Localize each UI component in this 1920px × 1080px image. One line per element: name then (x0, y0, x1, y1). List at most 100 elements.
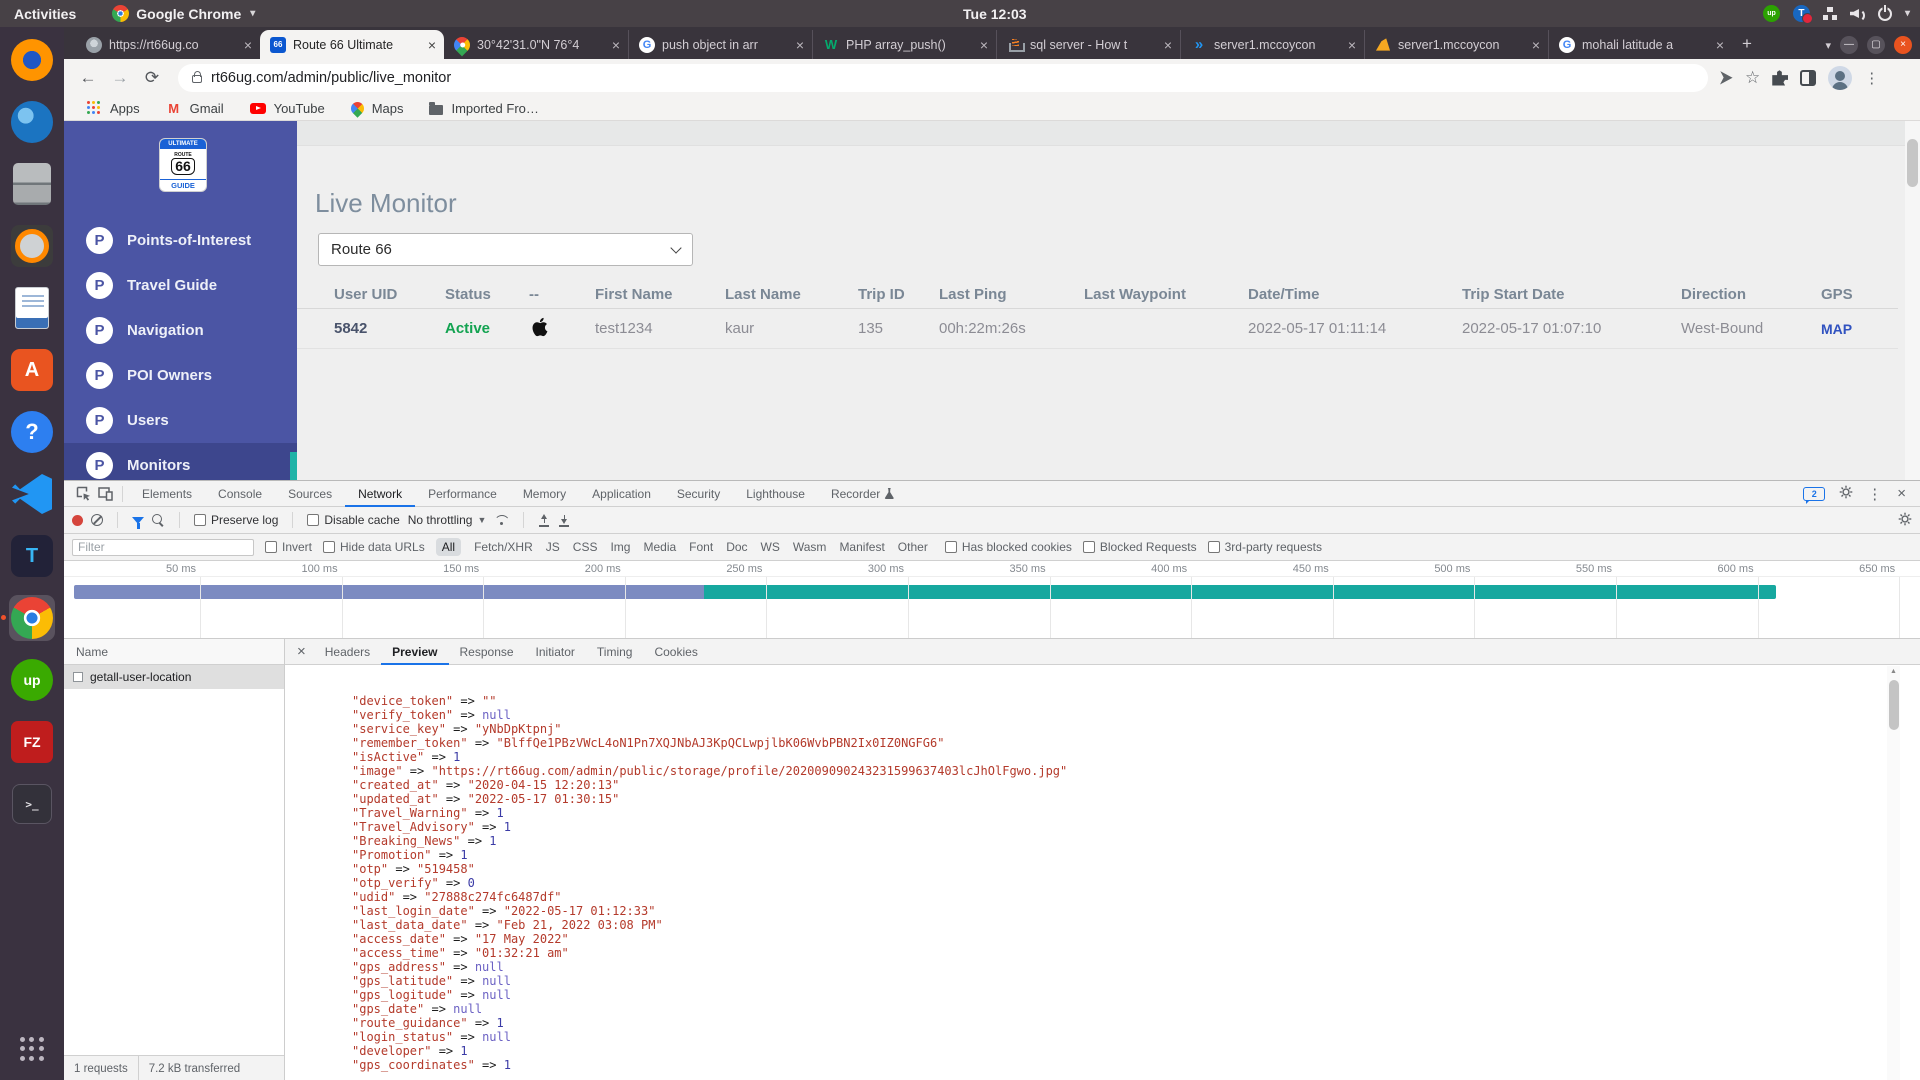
dock-item-software[interactable]: A (9, 347, 55, 393)
browser-tab[interactable]: sql server - How t× (996, 30, 1180, 59)
clock[interactable]: Tue 12:03 (963, 6, 1027, 22)
record-icon[interactable] (72, 515, 83, 526)
route-select[interactable]: Route 66 (318, 233, 693, 266)
column-header[interactable]: First Name (595, 286, 725, 303)
tab-close-icon[interactable]: × (1716, 38, 1724, 52)
network-overview[interactable] (64, 577, 1920, 639)
filter-funnel-icon[interactable] (132, 517, 144, 524)
activities-button[interactable]: Activities (0, 0, 90, 27)
devtools-tab-network[interactable]: Network (345, 481, 415, 507)
power-icon[interactable] (1878, 7, 1892, 21)
sidebar-item-travel-guide[interactable]: PTravel Guide (64, 263, 297, 308)
tab-close-icon[interactable]: × (428, 38, 436, 52)
column-header[interactable]: Last Waypoint (1084, 286, 1248, 303)
devtools-tab-sources[interactable]: Sources (275, 481, 345, 507)
show-applications-button[interactable] (9, 1026, 55, 1072)
detail-tab-preview[interactable]: Preview (381, 639, 448, 665)
import-har-icon[interactable] (538, 514, 550, 527)
tab-close-icon[interactable]: × (612, 38, 620, 52)
chevron-icon[interactable]: ▾ (1905, 8, 1910, 19)
column-header[interactable]: GPS (1821, 286, 1898, 303)
column-header[interactable]: Direction (1681, 286, 1821, 303)
sidebar-item-users[interactable]: PUsers (64, 398, 297, 443)
tab-search-chevron-icon[interactable]: ▾ (1825, 39, 1831, 52)
checkbox-icon[interactable] (1208, 541, 1220, 553)
profile-avatar[interactable] (1828, 66, 1852, 90)
filter-type-img[interactable]: Img (610, 540, 630, 554)
browser-tab[interactable]: 66Route 66 Ultimate× (260, 30, 444, 59)
inspect-element-icon[interactable] (72, 484, 94, 504)
browser-tab[interactable]: »server1.mccoycon× (1180, 30, 1364, 59)
forward-button[interactable]: → (106, 64, 134, 92)
browser-tab[interactable]: 30°42'31.0"N 76°4× (444, 30, 628, 59)
column-header[interactable]: -- (529, 286, 595, 303)
devtools-tab-application[interactable]: Application (579, 481, 664, 507)
search-icon[interactable] (152, 514, 165, 527)
column-header[interactable]: Trip Start Date (1462, 286, 1681, 303)
devtools-tab-performance[interactable]: Performance (415, 481, 510, 507)
sidebar-item-poi-owners[interactable]: PPOI Owners (64, 353, 297, 398)
column-header[interactable]: Last Name (725, 286, 858, 303)
filter-type-wasm[interactable]: Wasm (793, 540, 827, 554)
devtools-tab-security[interactable]: Security (664, 481, 733, 507)
detail-tab-headers[interactable]: Headers (314, 639, 381, 665)
disable-cache-checkbox[interactable]: Disable cache (307, 513, 399, 527)
devtools-tab-elements[interactable]: Elements (129, 481, 205, 507)
filter-type-js[interactable]: JS (546, 540, 560, 554)
tab-close-icon[interactable]: × (796, 38, 804, 52)
throttling-dropdown[interactable]: No throttling ▼ (408, 513, 487, 527)
maximize-button[interactable]: ▢ (1867, 36, 1885, 54)
hide-data-urls-checkbox[interactable]: Hide data URLs (323, 540, 425, 554)
detail-tab-response[interactable]: Response (449, 639, 525, 665)
browser-menu-icon[interactable]: ⋮ (1864, 69, 1880, 87)
bookmark-star-icon[interactable]: ☆ (1745, 68, 1760, 88)
sidebar-scrollbar[interactable] (290, 452, 297, 480)
filter-type-manifest[interactable]: Manifest (839, 540, 884, 554)
close-window-button[interactable]: × (1894, 36, 1912, 54)
side-panel-icon[interactable] (1800, 70, 1816, 86)
dock-item-appt[interactable]: T (9, 533, 55, 579)
map-link[interactable]: MAP (1821, 321, 1898, 337)
dock-item-terminal[interactable]: >_ (9, 781, 55, 827)
devtools-tab-memory[interactable]: Memory (510, 481, 579, 507)
column-header[interactable]: Status (445, 286, 529, 303)
filter-type-all[interactable]: All (436, 538, 461, 556)
blocked-requests-checkbox[interactable]: Blocked Requests (1083, 540, 1197, 554)
devtools-menu-icon[interactable]: ⋮ (1867, 485, 1883, 503)
notify-icon[interactable]: T (1793, 5, 1810, 22)
send-to-device-icon[interactable] (1720, 71, 1733, 85)
filter-type-css[interactable]: CSS (573, 540, 598, 554)
bookmark-apps[interactable]: Apps (86, 100, 140, 116)
browser-tab[interactable]: Gpush object in arr× (628, 30, 812, 59)
tab-close-icon[interactable]: × (244, 38, 252, 52)
preview-content[interactable]: "device_token" => """verify_token" => nu… (285, 665, 1920, 1080)
bookmark-maps[interactable]: Maps (351, 101, 404, 116)
new-tab-button[interactable]: + (1742, 34, 1752, 54)
dock-item-writer[interactable] (9, 285, 55, 331)
back-button[interactable]: ← (74, 64, 102, 92)
sidebar-item-monitors[interactable]: PMonitors (64, 443, 297, 480)
issues-counter-icon[interactable]: 2 (1803, 487, 1825, 501)
preserve-log-checkbox[interactable]: Preserve log (194, 513, 278, 527)
tab-close-icon[interactable]: × (1532, 38, 1540, 52)
dock-item-cabinet[interactable] (9, 161, 55, 207)
dock-item-vscode[interactable] (9, 471, 55, 517)
tab-close-icon[interactable]: × (1348, 38, 1356, 52)
detail-tab-timing[interactable]: Timing (586, 639, 644, 665)
devtools-tab-recorder[interactable]: Recorder (818, 481, 907, 507)
dock-item-help[interactable]: ? (9, 409, 55, 455)
column-header[interactable]: Last Ping (939, 286, 1084, 303)
checkbox-icon[interactable] (323, 541, 335, 553)
column-header[interactable]: Date/Time (1248, 286, 1462, 303)
dock-item-upwork[interactable]: up (9, 657, 55, 703)
filter-type-ws[interactable]: WS (761, 540, 780, 554)
filter-type-doc[interactable]: Doc (726, 540, 747, 554)
tab-close-icon[interactable]: × (1164, 38, 1172, 52)
has-blocked-cookies-checkbox[interactable]: Has blocked cookies (945, 540, 1072, 554)
tab-close-icon[interactable]: × (980, 38, 988, 52)
checkbox-icon[interactable] (945, 541, 957, 553)
network-icon[interactable] (1823, 7, 1837, 20)
filter-type-fetch-xhr[interactable]: Fetch/XHR (474, 540, 533, 554)
volume-icon[interactable] (1850, 7, 1865, 20)
filter-input[interactable] (72, 539, 254, 556)
